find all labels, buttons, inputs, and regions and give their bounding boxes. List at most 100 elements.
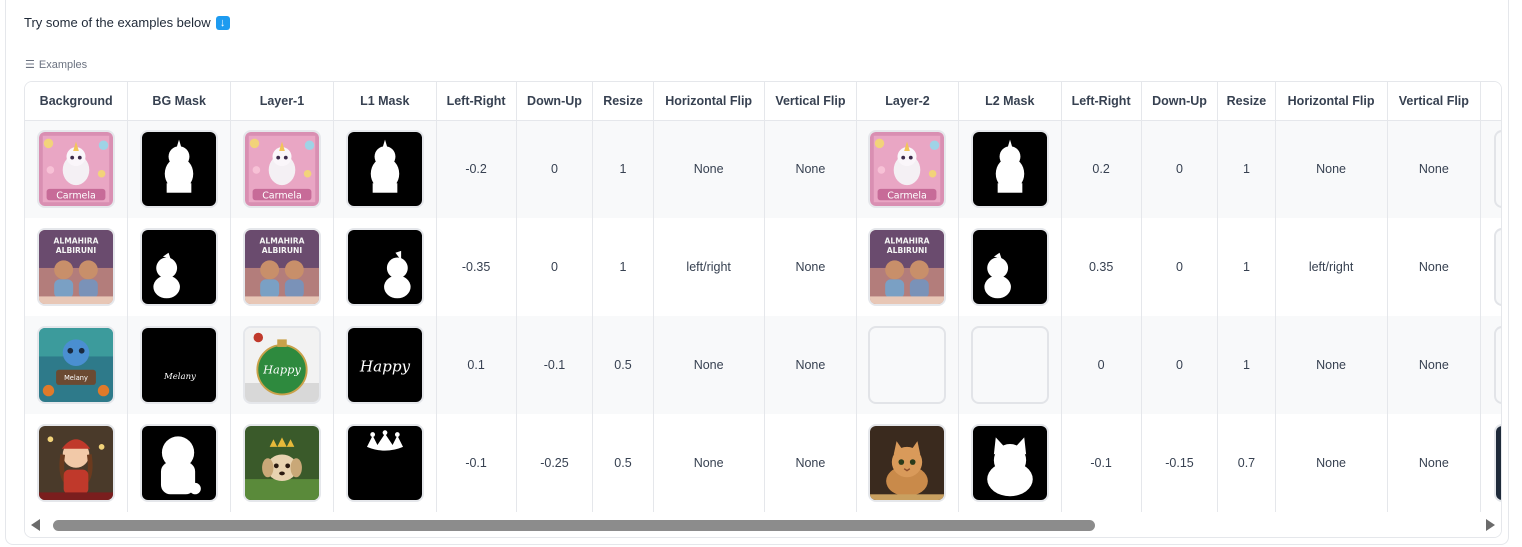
scroll-right-arrow-icon[interactable]: [1486, 519, 1495, 531]
image-cell-layer2[interactable]: Carmela: [856, 120, 959, 218]
column-header: Resize: [1217, 82, 1276, 121]
value-cell-du1[interactable]: 0: [516, 120, 594, 218]
image-cell-layer1[interactable]: ALMAHIRA ALBIRUNI: [230, 218, 334, 316]
value-cell-hf1[interactable]: None: [653, 120, 765, 218]
value-cell-hf1[interactable]: None: [653, 414, 765, 512]
column-header: BG Mask: [127, 82, 232, 121]
image-cell-background[interactable]: Carmela: [25, 120, 129, 218]
scroll-left-arrow-icon[interactable]: [31, 519, 40, 531]
value-cell-hf2[interactable]: None: [1275, 316, 1388, 414]
svg-text:ALMAHIRA: ALMAHIRA: [259, 236, 304, 245]
image-cell-l1-mask[interactable]: Happy: [333, 316, 437, 414]
image-cell-background[interactable]: ALMAHIRA ALBIRUNI: [25, 218, 129, 316]
image-cell-layer3[interactable]: [1480, 120, 1501, 218]
value-cell-vf2[interactable]: None: [1387, 218, 1482, 316]
image-cell-layer1[interactable]: Carmela: [230, 120, 334, 218]
table-header-row: Background BG Mask Layer-1 L1 Mask Left-Righ…: [25, 82, 1501, 121]
image-cell-layer1[interactable]: Happy: [230, 316, 334, 414]
scrollbar-thumb[interactable]: [53, 520, 1095, 531]
value-cell-vf1[interactable]: None: [764, 120, 858, 218]
column-header: Vertical Flip: [764, 82, 858, 121]
value-cell-hf2[interactable]: None: [1275, 414, 1388, 512]
value-cell-lr1[interactable]: 0.1: [436, 316, 517, 414]
table-body: Carmela Carmela -0.2 0 1 None None Carmela 0.2 0 1…: [25, 120, 1501, 512]
svg-text:ALBIRUNI: ALBIRUNI: [262, 246, 303, 255]
value-cell-rs2[interactable]: 1: [1217, 120, 1276, 218]
value-cell-rs2[interactable]: 1: [1217, 218, 1276, 316]
value-cell-rs1[interactable]: 0.5: [592, 316, 654, 414]
child-right-mask-image: [345, 228, 424, 306]
image-cell-layer2[interactable]: [856, 414, 959, 512]
value-cell-rs1[interactable]: 0.5: [592, 414, 654, 512]
value-cell-du2[interactable]: 0: [1141, 316, 1219, 414]
value-cell-lr2[interactable]: 0: [1061, 316, 1142, 414]
value-cell-vf1[interactable]: None: [764, 218, 858, 316]
empty-image-placeholder: [868, 326, 947, 404]
value-cell-lr2[interactable]: 0.35: [1061, 218, 1142, 316]
value-cell-vf1[interactable]: None: [764, 316, 858, 414]
column-header: Layer-3: [1480, 82, 1501, 121]
svg-text:Happy: Happy: [262, 363, 301, 377]
examples-table-scroll-area[interactable]: Background BG Mask Layer-1 L1 Mask Left-Righ…: [25, 82, 1501, 514]
image-cell-l2-mask[interactable]: [958, 218, 1062, 316]
image-cell-layer1[interactable]: [230, 414, 334, 512]
image-cell-l1-mask[interactable]: [333, 218, 437, 316]
horizontal-scrollbar[interactable]: [25, 513, 1501, 537]
svg-text:Carmela: Carmela: [262, 191, 302, 202]
child-left-mask-image: [140, 228, 219, 306]
value-cell-rs1[interactable]: 1: [592, 218, 654, 316]
image-cell-l2-mask[interactable]: [958, 120, 1062, 218]
image-cell-l1-mask[interactable]: [333, 120, 437, 218]
image-cell-bg-mask[interactable]: [127, 120, 232, 218]
image-cell-layer3[interactable]: [1480, 218, 1501, 316]
value-cell-vf2[interactable]: None: [1387, 316, 1482, 414]
value-cell-du1[interactable]: -0.1: [516, 316, 594, 414]
kitten-mask-image: [970, 424, 1049, 502]
value-cell-rs2[interactable]: 0.7: [1217, 414, 1276, 512]
image-cell-layer2[interactable]: [856, 316, 959, 414]
value-cell-vf1[interactable]: None: [764, 414, 858, 512]
value-cell-vf2[interactable]: None: [1387, 414, 1482, 512]
value-cell-vf2[interactable]: None: [1387, 120, 1482, 218]
image-cell-bg-mask[interactable]: Melany: [127, 316, 232, 414]
value-cell-lr2[interactable]: 0.2: [1061, 120, 1142, 218]
image-cell-layer3[interactable]: [1480, 316, 1501, 414]
value-cell-du2[interactable]: 0: [1141, 218, 1219, 316]
value-cell-du1[interactable]: -0.25: [516, 414, 594, 512]
image-cell-l2-mask[interactable]: [958, 414, 1062, 512]
happy-ornament-image: Happy: [242, 326, 321, 404]
value-cell-lr2[interactable]: -0.1: [1061, 414, 1142, 512]
example-row[interactable]: -0.1 -0.25 0.5 None None -0.1 -0.15 0.7 None None…: [25, 414, 1501, 512]
image-cell-bg-mask[interactable]: [127, 414, 232, 512]
ornament-image: Lizbeth: [1493, 424, 1501, 502]
example-row[interactable]: ALMAHIRA ALBIRUNI ALMAHIRA ALBIRUNI -0.35 0 1 l…: [25, 218, 1501, 316]
kids-poster-image: ALMAHIRA ALBIRUNI: [242, 228, 321, 306]
example-row[interactable]: Carmela Carmela -0.2 0 1 None None Carmela 0.2 0 1…: [25, 120, 1501, 218]
value-cell-lr1[interactable]: -0.35: [436, 218, 517, 316]
value-cell-du2[interactable]: -0.15: [1141, 414, 1219, 512]
image-cell-l1-mask[interactable]: [333, 414, 437, 512]
value-cell-lr1[interactable]: -0.2: [436, 120, 517, 218]
value-cell-hf1[interactable]: None: [653, 316, 765, 414]
value-cell-rs2[interactable]: 1: [1217, 316, 1276, 414]
value-cell-hf2[interactable]: None: [1275, 120, 1388, 218]
value-cell-hf1[interactable]: left/right: [653, 218, 765, 316]
image-cell-layer2[interactable]: ALMAHIRA ALBIRUNI: [856, 218, 959, 316]
value-cell-du1[interactable]: 0: [516, 218, 594, 316]
value-cell-du2[interactable]: 0: [1141, 120, 1219, 218]
image-cell-background[interactable]: [25, 414, 129, 512]
image-cell-bg-mask[interactable]: [127, 218, 232, 316]
column-header: Resize: [592, 82, 654, 121]
value-cell-hf2[interactable]: left/right: [1275, 218, 1388, 316]
image-cell-layer3[interactable]: Lizbeth: [1480, 414, 1501, 512]
value-cell-lr1[interactable]: -0.1: [436, 414, 517, 512]
example-row[interactable]: Melany Melany Happy Happy 0.1 -0.1 0.5 None None…: [25, 316, 1501, 414]
unicorn-mask-image: [140, 130, 219, 209]
image-cell-l2-mask[interactable]: [958, 316, 1062, 414]
melany-text-mask-image: Melany: [140, 326, 219, 404]
stitch-sign-image: Melany: [37, 326, 116, 404]
image-cell-background[interactable]: Melany: [25, 316, 129, 414]
svg-text:Happy: Happy: [359, 358, 411, 376]
value-cell-rs1[interactable]: 1: [592, 120, 654, 218]
girl-mask-image: [140, 424, 219, 502]
